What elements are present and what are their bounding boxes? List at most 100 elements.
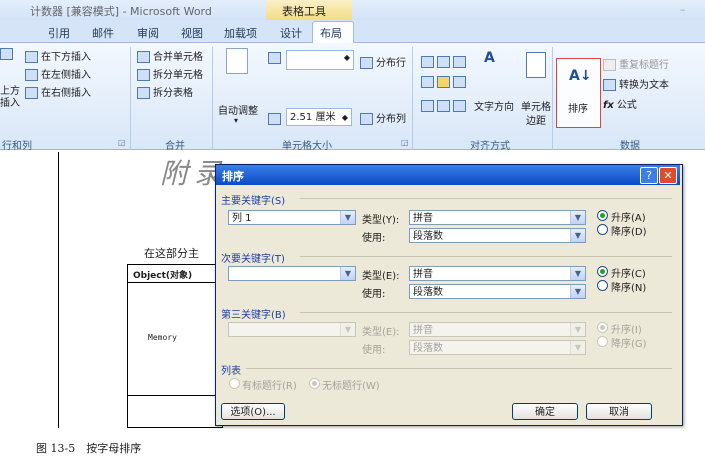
insert-right-icon bbox=[25, 87, 38, 99]
align-top-left-icon bbox=[421, 56, 434, 68]
distribute-rows-icon bbox=[360, 57, 373, 69]
secondary-key-select[interactable]: ▼ bbox=[228, 266, 356, 281]
tab-view[interactable]: 视图 bbox=[181, 25, 203, 41]
align-bottom-row[interactable] bbox=[421, 100, 469, 112]
secondary-asc-radio[interactable] bbox=[597, 266, 608, 277]
primary-use-value: 段落数 bbox=[413, 231, 443, 242]
sort-label: 排序 bbox=[568, 104, 588, 115]
sort-az-icon: A↓ bbox=[569, 68, 592, 84]
tab-addins[interactable]: 加载项 bbox=[224, 25, 257, 41]
list-section: 列表 bbox=[221, 366, 241, 377]
margin-line bbox=[58, 152, 59, 428]
primary-key-select[interactable]: 列 1 ▼ bbox=[228, 210, 356, 225]
align-middle-right-icon bbox=[453, 76, 466, 88]
tertiary-type-select[interactable]: 拼音 ▼ bbox=[409, 322, 586, 337]
insert-above-partial-label2: 插入 bbox=[0, 98, 20, 109]
split-table-button[interactable]: 拆分表格 bbox=[137, 84, 193, 99]
repeat-header-label: 重复标题行 bbox=[619, 60, 669, 71]
dialog-title: 排序 bbox=[222, 170, 244, 183]
chevron-down-icon: ▼ bbox=[570, 229, 585, 242]
no-header-radio[interactable] bbox=[309, 378, 320, 389]
tertiary-type-value: 拼音 bbox=[413, 325, 433, 336]
dialog-launcher-icon[interactable]: ◲ bbox=[118, 138, 126, 147]
group-separator bbox=[212, 47, 213, 150]
minimize-button[interactable]: – bbox=[680, 3, 686, 16]
primary-use-select[interactable]: 段落数 ▼ bbox=[409, 228, 586, 243]
chevron-down-icon: ▼ bbox=[340, 323, 355, 336]
text-direction-button[interactable]: 文字方向 bbox=[474, 98, 514, 113]
formula-label: 公式 bbox=[616, 100, 637, 111]
chevron-down-icon: ▼ bbox=[570, 211, 585, 224]
tertiary-asc-label: 升序(I) bbox=[611, 325, 642, 336]
tertiary-key-section: 第三关键字(B) bbox=[221, 310, 286, 321]
tertiary-use-value: 段落数 bbox=[413, 343, 443, 354]
tertiary-asc-radio[interactable] bbox=[597, 322, 608, 333]
cell-margins-label2: 边距 bbox=[526, 116, 546, 127]
dialog-title-bar[interactable] bbox=[216, 165, 680, 185]
chevron-down-icon: ▼ bbox=[570, 267, 585, 280]
tertiary-desc-radio[interactable] bbox=[597, 336, 608, 347]
convert-text-button[interactable]: 转换为文本 bbox=[603, 76, 669, 91]
tab-design[interactable]: 设计 bbox=[280, 25, 302, 41]
insert-right-button[interactable]: 在右侧插入 bbox=[25, 84, 91, 99]
secondary-use-value: 段落数 bbox=[413, 287, 443, 298]
formula-button[interactable]: fx 公式 bbox=[603, 96, 637, 111]
table-row-divider bbox=[127, 395, 221, 396]
insert-above-partial-button[interactable] bbox=[0, 48, 16, 60]
repeat-header-button[interactable]: 重复标题行 bbox=[603, 56, 669, 71]
align-top-row[interactable] bbox=[421, 56, 469, 68]
spinner-icon[interactable]: ◆ bbox=[342, 109, 348, 127]
insert-below-label: 在下方插入 bbox=[41, 52, 91, 63]
col-width-icon bbox=[268, 113, 284, 125]
ok-button[interactable]: 确定 bbox=[512, 403, 578, 420]
tab-review[interactable]: 审阅 bbox=[137, 25, 159, 41]
merge-cells-button[interactable]: 合并单元格 bbox=[137, 48, 203, 63]
insert-below-button[interactable]: 在下方插入 bbox=[25, 48, 91, 63]
tertiary-use-select[interactable]: 段落数 ▼ bbox=[409, 340, 586, 355]
table-cell: Memory bbox=[148, 333, 177, 342]
tab-layout[interactable]: 布局 bbox=[320, 25, 342, 41]
divider bbox=[300, 256, 672, 257]
tertiary-key-select[interactable]: ▼ bbox=[228, 322, 356, 337]
insert-left-button[interactable]: 在左侧插入 bbox=[25, 66, 91, 81]
split-table-icon bbox=[137, 87, 150, 99]
distribute-rows-label: 分布行 bbox=[376, 58, 406, 69]
text-direction-icon: A bbox=[484, 50, 495, 66]
dialog-launcher-icon[interactable]: ◲ bbox=[401, 138, 409, 147]
no-header-label: 无标题行(W) bbox=[322, 381, 380, 392]
window-title: 计数器 [兼容模式] - Microsoft Word bbox=[30, 5, 212, 18]
table-tools-label: 表格工具 bbox=[282, 5, 326, 18]
autofit-button[interactable]: 自动调整 bbox=[218, 102, 258, 117]
align-middle-row[interactable] bbox=[421, 76, 469, 88]
tab-references[interactable]: 引用 bbox=[48, 25, 70, 41]
row-height-input[interactable]: ◆ bbox=[286, 50, 354, 70]
primary-desc-radio[interactable] bbox=[597, 224, 608, 235]
align-bottom-left-icon bbox=[421, 100, 434, 112]
distribute-cols-button[interactable]: 分布列 bbox=[360, 110, 406, 125]
primary-type-select[interactable]: 拼音 ▼ bbox=[409, 210, 586, 225]
primary-key-section: 主要关键字(S) bbox=[221, 196, 286, 207]
close-button[interactable]: ✕ bbox=[659, 167, 677, 184]
secondary-type-select[interactable]: 拼音 ▼ bbox=[409, 266, 586, 281]
help-button[interactable]: ? bbox=[640, 167, 658, 184]
col-width-input[interactable]: 2.51 厘米 ◆ bbox=[286, 108, 352, 126]
primary-asc-label: 升序(A) bbox=[611, 213, 646, 224]
cell-margins-button[interactable]: 单元格 bbox=[521, 98, 551, 113]
align-middle-left-icon bbox=[421, 76, 434, 88]
split-cells-button[interactable]: 拆分单元格 bbox=[137, 66, 203, 81]
options-button[interactable]: 选项(O)... bbox=[221, 403, 285, 420]
tertiary-type-label: 类型(E): bbox=[362, 327, 400, 338]
distribute-rows-button[interactable]: 分布行 bbox=[360, 54, 406, 69]
cancel-button[interactable]: 取消 bbox=[586, 403, 652, 420]
divider bbox=[246, 368, 672, 369]
split-cells-icon bbox=[137, 69, 150, 81]
primary-asc-radio[interactable] bbox=[597, 210, 608, 221]
has-header-radio[interactable] bbox=[229, 378, 240, 389]
insert-left-icon bbox=[25, 69, 38, 81]
secondary-desc-radio[interactable] bbox=[597, 280, 608, 291]
spinner-icon[interactable]: ◆ bbox=[344, 53, 350, 62]
tab-mailings[interactable]: 邮件 bbox=[92, 25, 114, 41]
divider bbox=[300, 312, 672, 313]
tertiary-use-label: 使用: bbox=[362, 345, 386, 356]
secondary-use-select[interactable]: 段落数 ▼ bbox=[409, 284, 586, 299]
